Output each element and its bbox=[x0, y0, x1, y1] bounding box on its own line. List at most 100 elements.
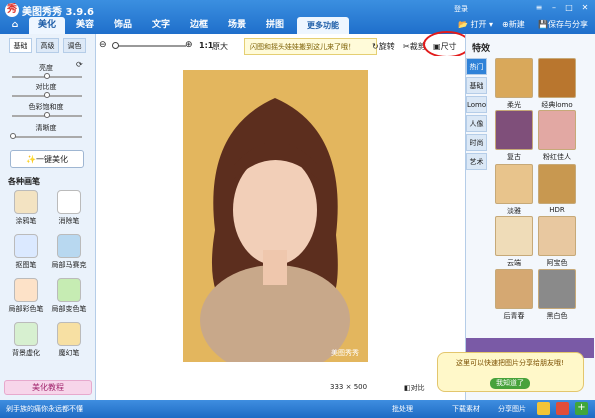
brightness-knob[interactable] bbox=[44, 73, 50, 79]
background-blur-icon bbox=[14, 322, 38, 346]
crop-icon: ✂ bbox=[403, 42, 410, 51]
mosaic-icon bbox=[57, 234, 81, 258]
minimize-icon[interactable]: – bbox=[547, 2, 561, 13]
effect-thumb[interactable] bbox=[495, 269, 533, 309]
compare-icon: ◧ bbox=[404, 384, 411, 392]
doodle-pen-tool[interactable]: 涂鸦笔 bbox=[6, 188, 46, 230]
magic-pen-icon bbox=[57, 322, 81, 346]
home-icon[interactable]: ⌂ bbox=[5, 17, 25, 34]
login-link[interactable]: 登录 bbox=[454, 4, 468, 14]
magic-pen-tool[interactable]: 魔幻笔 bbox=[49, 320, 89, 362]
watermark: 美图秀秀 bbox=[331, 349, 359, 357]
notice-banner: 闪图和摇头娃娃搬到这儿来了哦！ bbox=[244, 38, 377, 55]
subtab-advanced[interactable]: 高级 bbox=[36, 38, 59, 53]
effect-thumb[interactable] bbox=[538, 110, 576, 150]
rtab-portrait[interactable]: 人像 bbox=[466, 115, 487, 132]
cutout-pen-tool[interactable]: 抠图笔 bbox=[6, 232, 46, 274]
subtab-basic[interactable]: 基础 bbox=[9, 38, 32, 53]
tab-beauty[interactable]: 美容 bbox=[67, 17, 103, 34]
saturation-knob[interactable] bbox=[44, 112, 50, 118]
tab-border[interactable]: 边框 bbox=[181, 17, 217, 34]
effect-label: 后青春 bbox=[503, 312, 525, 320]
share-image-button[interactable]: 分享图片 bbox=[498, 404, 526, 414]
rtab-art[interactable]: 艺术 bbox=[466, 153, 487, 170]
rotate-icon: ↻ bbox=[372, 42, 379, 51]
maximize-icon[interactable]: □ bbox=[562, 2, 576, 13]
partial-color-tool[interactable]: 局部彩色笔 bbox=[6, 276, 46, 318]
effect-label: HDR bbox=[549, 206, 565, 214]
mosaic-tool[interactable]: 局部马赛克 bbox=[49, 232, 89, 274]
photo[interactable]: 美图秀秀 bbox=[183, 70, 368, 362]
effect-label: 柔光 bbox=[507, 101, 521, 109]
contrast-knob[interactable] bbox=[44, 92, 50, 98]
new-button[interactable]: ⊕新建 bbox=[502, 19, 525, 30]
rotate-button[interactable]: ↻旋转 bbox=[372, 41, 395, 52]
zoom-knob[interactable] bbox=[112, 42, 119, 49]
image-size-row: 333 × 500 bbox=[330, 383, 368, 391]
rtab-fashion[interactable]: 时尚 bbox=[466, 134, 487, 151]
effect-thumb[interactable] bbox=[538, 269, 576, 309]
cutout-pen-icon bbox=[14, 234, 38, 258]
sharpness-slider[interactable] bbox=[12, 136, 82, 138]
download-material-button[interactable]: 下载素材 bbox=[452, 404, 480, 414]
zoom-in-icon[interactable]: ⊕ bbox=[185, 40, 193, 50]
original-size-button[interactable]: 原大 bbox=[212, 41, 228, 52]
tab-accessories[interactable]: 饰品 bbox=[105, 17, 141, 34]
weibo-icon[interactable] bbox=[556, 402, 569, 415]
zoom-out-icon[interactable]: ⊖ bbox=[99, 40, 107, 50]
effect-label: 复古 bbox=[507, 153, 521, 161]
effect-label: 阿宝色 bbox=[546, 259, 568, 267]
effect-thumb[interactable] bbox=[538, 58, 576, 98]
effect-thumb[interactable] bbox=[495, 216, 533, 256]
rtab-hot[interactable]: 热门 bbox=[466, 58, 487, 75]
star-icon[interactable] bbox=[537, 402, 550, 415]
plus-icon[interactable]: + bbox=[575, 402, 588, 415]
menu-icon[interactable]: ≡ bbox=[532, 2, 546, 13]
doodle-pen-icon bbox=[14, 190, 38, 214]
brightness-label: 亮度 bbox=[39, 64, 53, 72]
rtab-basic[interactable]: 基础 bbox=[466, 77, 487, 94]
magic-icon: ✨ bbox=[26, 155, 36, 164]
effect-label: 云端 bbox=[507, 259, 521, 267]
zoom-slider[interactable] bbox=[116, 45, 186, 47]
effects-title: 特效 bbox=[472, 44, 491, 54]
effect-thumb[interactable] bbox=[495, 110, 533, 150]
brushes-title: 各种画笔 bbox=[8, 177, 40, 186]
effect-thumb[interactable] bbox=[495, 164, 533, 204]
app-logo-icon: 秀 bbox=[5, 3, 19, 17]
partial-color-icon bbox=[14, 278, 38, 302]
status-text: 剁手族的痛你永远都不懂 bbox=[6, 405, 83, 413]
sharpness-knob[interactable] bbox=[10, 133, 16, 139]
eraser-icon bbox=[57, 190, 81, 214]
open-button[interactable]: 📂 打开 ▾ bbox=[458, 19, 493, 30]
highlight-circle bbox=[423, 31, 471, 58]
portrait-image bbox=[183, 70, 368, 362]
contrast-label: 对比度 bbox=[35, 83, 57, 91]
effect-thumb[interactable] bbox=[495, 58, 533, 98]
effect-label: 经典lomo bbox=[541, 101, 573, 109]
saturation-label: 色彩饱和度 bbox=[28, 103, 64, 111]
share-tip-text: 这里可以快速把图片分享给朋友哦! bbox=[456, 359, 564, 367]
effect-thumb[interactable] bbox=[538, 164, 576, 204]
rtab-lomo[interactable]: Lomo bbox=[466, 96, 487, 113]
got-it-button[interactable]: 我知道了 bbox=[490, 378, 530, 389]
tab-more-features[interactable]: 更多功能 bbox=[297, 17, 349, 34]
color-change-tool[interactable]: 局部变色笔 bbox=[49, 276, 89, 318]
batch-process-button[interactable]: 批处理 bbox=[392, 404, 413, 414]
close-icon[interactable]: ✕ bbox=[578, 2, 592, 13]
background-blur-tool[interactable]: 背景虚化 bbox=[6, 320, 46, 362]
eraser-tool[interactable]: 消除笔 bbox=[49, 188, 89, 230]
effect-label: 粉红佳人 bbox=[543, 153, 571, 161]
tab-text[interactable]: 文字 bbox=[143, 17, 179, 34]
save-share-button[interactable]: 💾保存与分享 bbox=[538, 19, 588, 30]
effect-thumb[interactable] bbox=[538, 216, 576, 256]
tab-collage[interactable]: 拼图 bbox=[257, 17, 293, 34]
share-tip-bubble: 这里可以快速把图片分享给朋友哦! 我知道了 bbox=[437, 352, 584, 392]
one-key-beautify-button[interactable]: ✨一键美化 bbox=[10, 150, 84, 168]
tab-scene[interactable]: 场景 bbox=[219, 17, 255, 34]
subtab-color[interactable]: 调色 bbox=[63, 38, 86, 53]
color-change-icon bbox=[57, 278, 81, 302]
tutorial-button[interactable]: 美化教程 bbox=[4, 380, 92, 395]
tab-beautify[interactable]: 美化 bbox=[29, 17, 65, 34]
compare-button[interactable]: ◧对比 bbox=[404, 383, 425, 393]
